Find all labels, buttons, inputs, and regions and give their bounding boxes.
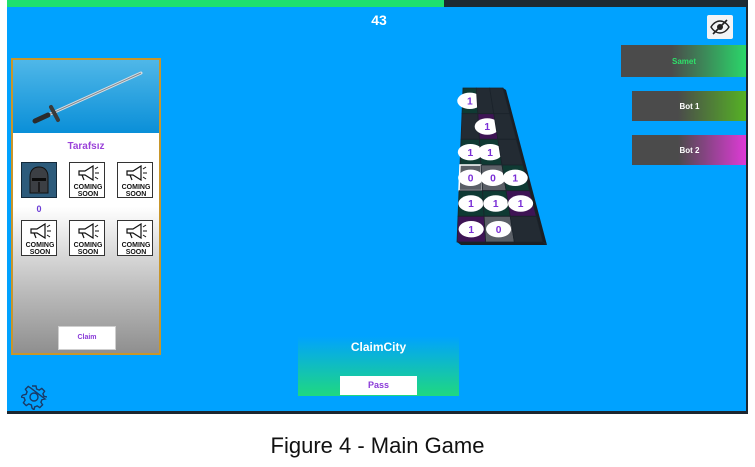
pass-button[interactable]: Pass: [340, 376, 417, 395]
claim-button[interactable]: Claim: [58, 326, 116, 350]
tile-value: 0: [490, 174, 496, 185]
soon-label: SOON: [125, 249, 147, 256]
tile-value: 1: [518, 199, 524, 210]
helmet-slot[interactable]: [21, 162, 57, 198]
coming-soon-slot: COMING SOON: [69, 220, 105, 256]
coming-label: COMING: [121, 242, 151, 249]
tile-value: 0: [496, 225, 502, 236]
tile-value: 1: [484, 122, 490, 133]
figure-caption: Figure 4 - Main Game: [270, 433, 485, 458]
tile-value: 1: [487, 148, 493, 159]
helmet-icon: [29, 166, 49, 194]
player-card-samet: Samet: [621, 45, 746, 77]
megaphone-icon: [78, 223, 99, 239]
tile-value: 1: [467, 97, 473, 108]
megaphone-icon: [126, 223, 147, 239]
helmet-count: 0: [36, 204, 42, 214]
tile-value: 0: [468, 174, 474, 185]
player-card-bot2: Bot 2: [632, 135, 746, 165]
sword-icon: [32, 71, 143, 124]
coming-label: COMING: [121, 184, 151, 191]
megaphone-icon: [30, 223, 51, 239]
coming-label: COMING: [25, 242, 55, 249]
settings-button[interactable]: [19, 384, 48, 411]
soon-label: SOON: [29, 249, 51, 256]
coming-soon-slot: COMING SOON: [117, 220, 153, 256]
tile-value: 1: [468, 199, 474, 210]
tile-value: 1: [512, 174, 518, 185]
soon-label: SOON: [77, 249, 99, 256]
game-viewport: 43 111100111110 Tarafsız 0 COMING SOON C…: [7, 0, 748, 414]
faction-panel: Tarafsız 0 COMING SOON COMING SOON COMIN…: [11, 58, 161, 355]
tile-value: 1: [468, 148, 474, 159]
weapon-banner: [13, 60, 159, 133]
player-card-bot1: Bot 1: [632, 91, 746, 121]
megaphone-icon: [78, 165, 99, 181]
board-edge: [457, 242, 547, 245]
coming-soon-slot: COMING SOON: [69, 162, 105, 198]
coming-label: COMING: [73, 184, 103, 191]
tile-value: 1: [493, 199, 499, 210]
faction-name: Tarafsız: [67, 141, 105, 152]
coming-soon-slot: COMING SOON: [21, 220, 57, 256]
megaphone-icon: [126, 165, 147, 181]
soon-label: SOON: [125, 191, 147, 198]
action-panel: ClaimCity Pass: [298, 336, 459, 396]
gear-icon: [19, 385, 48, 411]
coming-soon-slot: COMING SOON: [117, 162, 153, 198]
game-title: ClaimCity: [350, 340, 407, 354]
coming-label: COMING: [73, 242, 103, 249]
soon-label: SOON: [77, 191, 99, 198]
tile-value: 1: [468, 225, 474, 236]
